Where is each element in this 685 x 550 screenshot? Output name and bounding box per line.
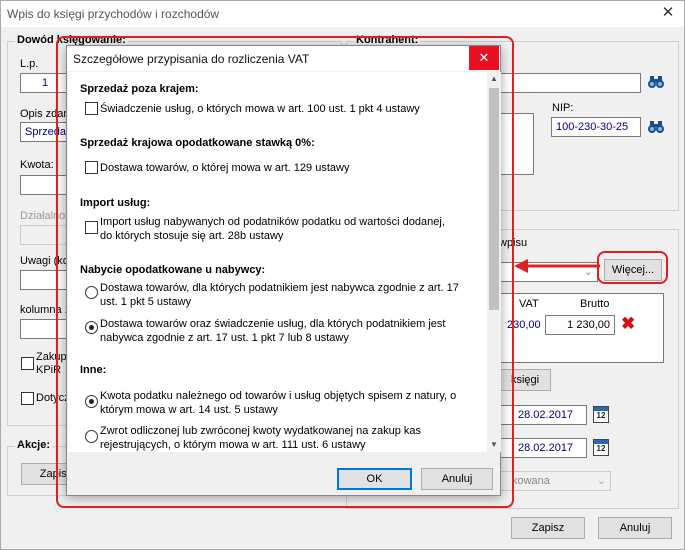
calendar-icon-2[interactable]: 12 <box>593 439 609 456</box>
nip-label: NIP: <box>552 102 574 114</box>
brutto-field[interactable]: 1 230,00 <box>545 315 615 335</box>
status-combo: kowana ⌄ <box>499 471 611 491</box>
chevron-down-icon-2: ⌄ <box>596 475 606 487</box>
more-button-highlight-box <box>597 251 668 284</box>
calendar-day-2: 12 <box>596 444 606 453</box>
window-title: Wpis do księgi przychodów i rozchodów <box>7 7 220 21</box>
calendar-day: 12 <box>596 411 606 420</box>
vat-header: VAT <box>519 298 539 310</box>
nip-field[interactable]: 100-230-30-25 <box>551 117 641 137</box>
binoculars-icon[interactable] <box>647 73 665 91</box>
date2-value: 28.02.2017 <box>518 442 574 454</box>
cancel-button[interactable]: Anuluj <box>598 517 672 539</box>
lp-value: 1 <box>41 77 49 89</box>
kontrahent-field[interactable] <box>499 73 641 93</box>
akcje-label: Akcje: <box>15 439 53 451</box>
delete-icon[interactable]: ✖ <box>621 314 635 334</box>
calendar-icon[interactable]: 12 <box>593 406 609 423</box>
date1-value: 28.02.2017 <box>518 409 574 421</box>
lp-label: L.p. <box>20 58 39 70</box>
brutto-header: Brutto <box>580 298 610 310</box>
zakup-checkbox[interactable] <box>21 357 34 370</box>
nip-search-icon[interactable] <box>647 118 665 136</box>
kwota-label: Kwota: <box>20 159 54 171</box>
close-icon[interactable]: ✕ <box>656 3 680 23</box>
save-button[interactable]: Zapisz <box>511 517 585 539</box>
dotycz-checkbox[interactable] <box>21 392 34 405</box>
arrow-icon <box>514 259 600 273</box>
status-value: kowana <box>512 475 550 487</box>
dialog-highlight-box <box>56 36 514 508</box>
title-bar: Wpis do księgi przychodów i rozchodów ✕ <box>1 1 684 27</box>
brutto-value: 1 230,00 <box>567 319 610 331</box>
nip-value: 100-230-30-25 <box>556 121 629 133</box>
